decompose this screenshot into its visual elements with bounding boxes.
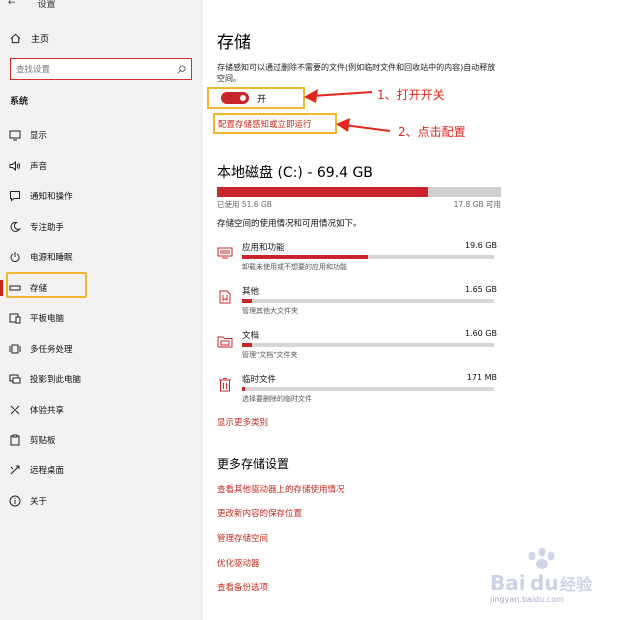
annotation-text-1: 1、打开开关 [377,88,445,102]
annotation-arrow-2 [336,118,391,132]
annotation-arrow-1 [304,89,373,103]
annotation-arrows [304,89,391,132]
svg-text:Bai: Bai [490,571,526,595]
annotation-text-2: 2、点击配置 [398,125,466,139]
watermark-url: jingyan.baidu.com [490,595,564,604]
svg-text:经验: 经验 [560,575,593,594]
svg-text:du: du [530,571,559,595]
